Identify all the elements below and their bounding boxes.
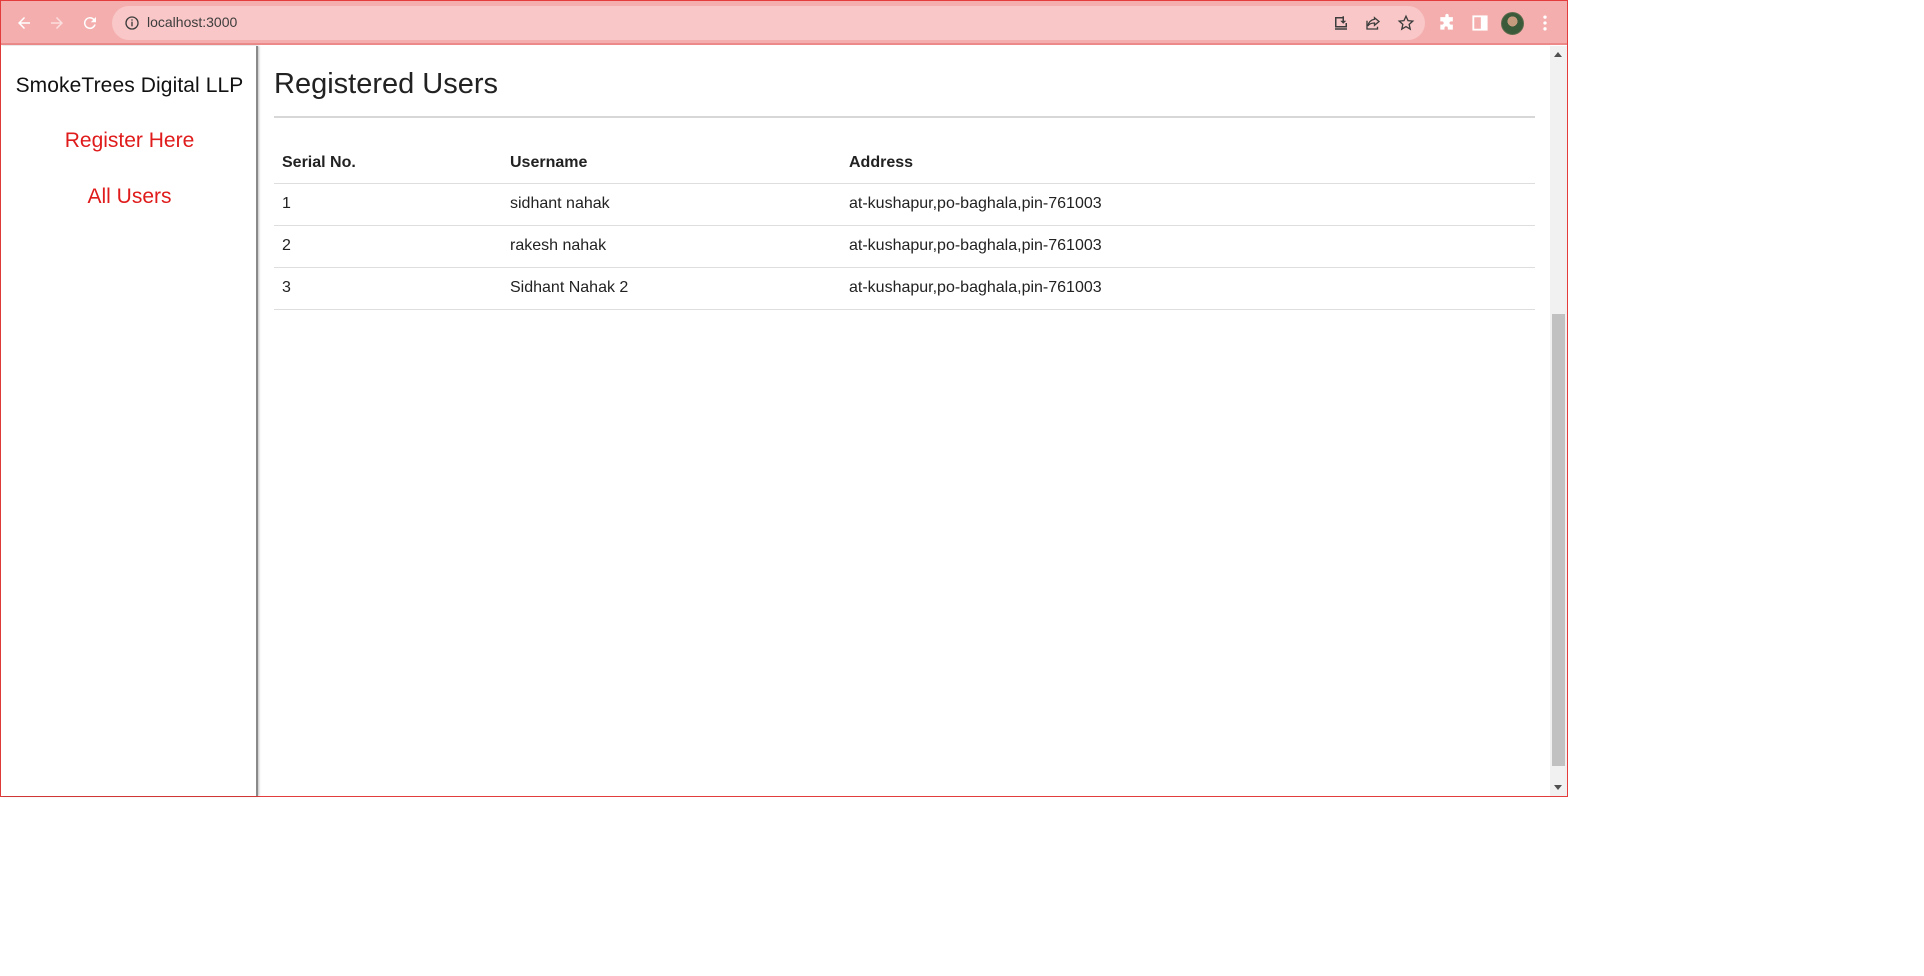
header-address: Address: [841, 143, 1535, 184]
cell-address: at-kushapur,po-baghala,pin-761003: [841, 183, 1535, 226]
title-divider: [274, 116, 1535, 118]
users-table: Serial No. Username Address 1 sidhant na…: [274, 143, 1535, 310]
header-username: Username: [502, 143, 841, 184]
install-icon[interactable]: [1332, 14, 1350, 32]
browser-toolbar: localhost:3000: [1, 1, 1567, 45]
cell-serial-no: 3: [274, 267, 502, 310]
register-here-link[interactable]: Register Here: [1, 129, 258, 153]
cell-address: at-kushapur,po-baghala,pin-761003: [841, 267, 1535, 310]
table-header-row: Serial No. Username Address: [274, 143, 1535, 184]
side-panel-icon[interactable]: [1470, 13, 1490, 33]
url-text[interactable]: localhost:3000: [147, 14, 237, 30]
star-icon[interactable]: [1397, 14, 1415, 32]
back-arrow-icon[interactable]: [12, 11, 36, 35]
menu-dots-icon[interactable]: [1535, 13, 1555, 33]
all-users-link[interactable]: All Users: [1, 185, 258, 209]
table-row: 2 rakesh nahak at-kushapur,po-baghala,pi…: [274, 225, 1535, 268]
forward-arrow-icon[interactable]: [45, 11, 69, 35]
browser-window: localhost:3000 SmokeTrees Digital LLP Re…: [0, 0, 1568, 797]
vertical-scrollbar[interactable]: [1550, 46, 1567, 796]
address-bar[interactable]: localhost:3000: [112, 6, 1425, 40]
table-row: 3 Sidhant Nahak 2 at-kushapur,po-baghala…: [274, 267, 1535, 310]
cell-username: Sidhant Nahak 2: [502, 267, 841, 310]
brand-title: SmokeTrees Digital LLP: [15, 74, 244, 97]
info-icon[interactable]: [124, 15, 140, 31]
cell-serial-no: 1: [274, 183, 502, 226]
cell-username: rakesh nahak: [502, 225, 841, 268]
cell-serial-no: 2: [274, 225, 502, 268]
cell-username: sidhant nahak: [502, 183, 841, 226]
scroll-up-arrow-icon[interactable]: [1554, 52, 1562, 57]
extensions-icon[interactable]: [1437, 13, 1457, 33]
reload-icon[interactable]: [78, 11, 102, 35]
scroll-down-arrow-icon[interactable]: [1554, 785, 1562, 790]
sidebar: SmokeTrees Digital LLP Register Here All…: [1, 46, 258, 796]
scrollbar-thumb[interactable]: [1552, 314, 1565, 766]
table-row: 1 sidhant nahak at-kushapur,po-baghala,p…: [274, 183, 1535, 226]
page-title: Registered Users: [274, 68, 499, 100]
share-icon[interactable]: [1364, 14, 1382, 32]
cell-address: at-kushapur,po-baghala,pin-761003: [841, 225, 1535, 268]
profile-avatar[interactable]: [1501, 12, 1524, 35]
header-serial-no: Serial No.: [274, 143, 502, 184]
